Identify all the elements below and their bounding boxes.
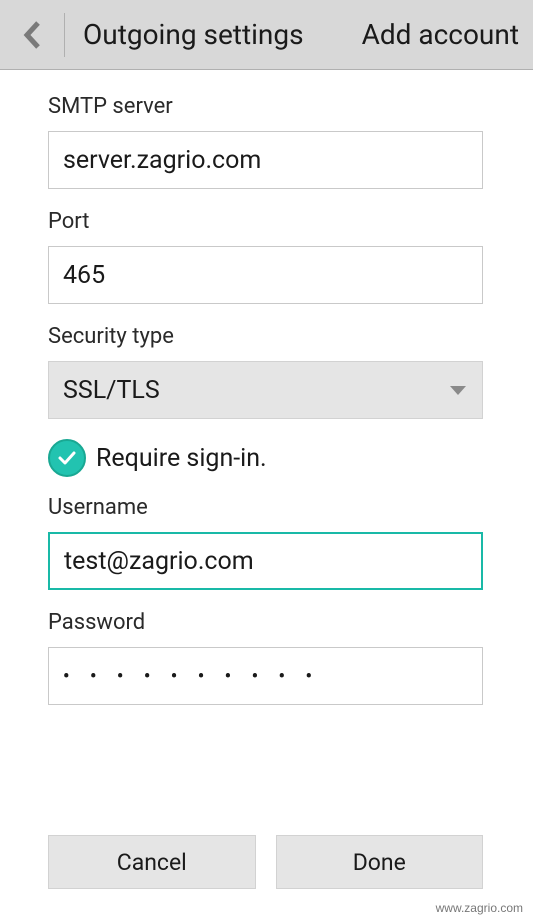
done-button[interactable]: Done	[276, 835, 484, 889]
require-signin-checkbox[interactable]	[48, 439, 86, 477]
port-label: Port	[48, 209, 483, 234]
username-input[interactable]	[48, 532, 483, 590]
header-divider	[64, 13, 65, 57]
security-field: Security type SSL/TLS	[48, 324, 483, 419]
back-button[interactable]	[18, 15, 46, 55]
require-signin-label: Require sign-in.	[96, 444, 267, 473]
username-field: Username	[48, 495, 483, 590]
password-label: Password	[48, 610, 483, 635]
page-title: Outgoing settings	[83, 18, 362, 51]
password-input[interactable]: • • • • • • • • • •	[48, 647, 483, 705]
watermark: www.zagrio.com	[436, 901, 523, 915]
password-field: Password • • • • • • • • • •	[48, 610, 483, 705]
form-content: SMTP server Port Security type SSL/TLS R…	[0, 70, 533, 705]
header-context: Add account	[362, 18, 519, 51]
checkmark-icon	[56, 447, 78, 469]
username-label: Username	[48, 495, 483, 520]
password-masked: • • • • • • • • • •	[63, 666, 320, 687]
smtp-field: SMTP server	[48, 94, 483, 189]
security-label: Security type	[48, 324, 483, 349]
require-signin-row: Require sign-in.	[48, 439, 483, 477]
port-field: Port	[48, 209, 483, 304]
cancel-button[interactable]: Cancel	[48, 835, 256, 889]
port-input[interactable]	[48, 246, 483, 304]
header-bar: Outgoing settings Add account	[0, 0, 533, 70]
chevron-down-icon	[448, 384, 468, 396]
footer-buttons: Cancel Done	[0, 835, 533, 889]
smtp-label: SMTP server	[48, 94, 483, 119]
security-select[interactable]: SSL/TLS	[48, 361, 483, 419]
smtp-input[interactable]	[48, 131, 483, 189]
chevron-left-icon	[23, 20, 41, 50]
security-value: SSL/TLS	[63, 376, 160, 405]
